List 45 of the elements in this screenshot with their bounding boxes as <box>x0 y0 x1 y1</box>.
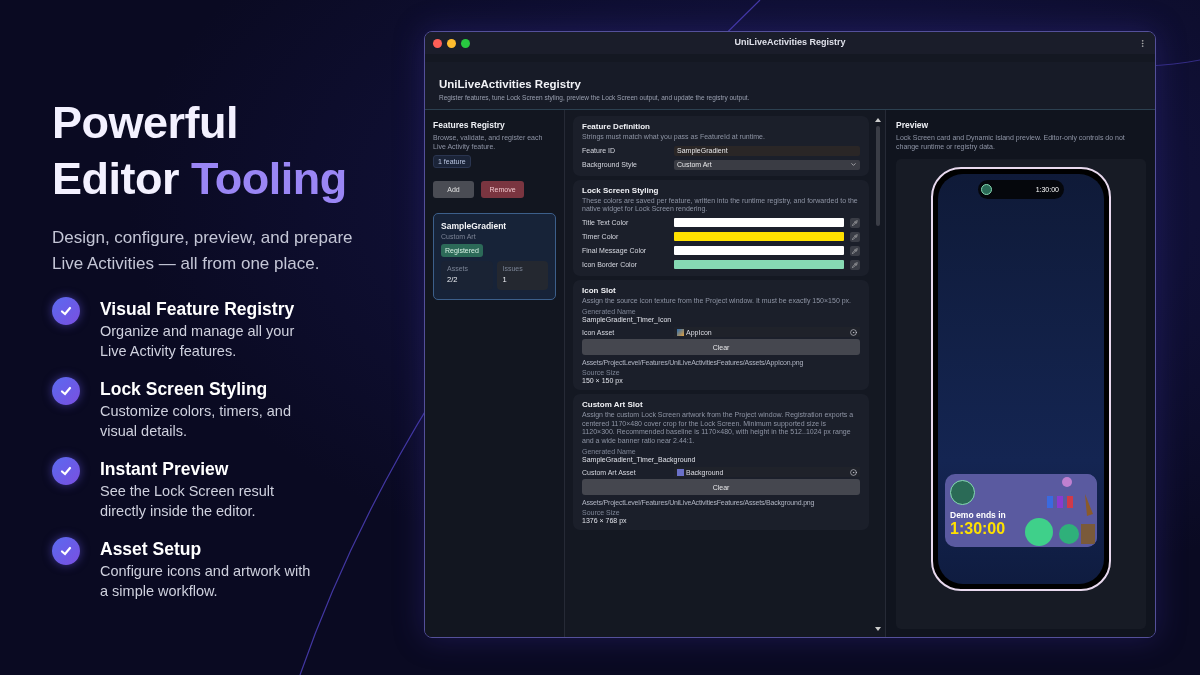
color-swatch[interactable] <box>674 260 844 269</box>
feature-title: Asset Setup <box>100 538 203 561</box>
feature-name: SampleGradient <box>441 221 508 231</box>
section-title: Icon Slot <box>582 285 617 295</box>
eyedropper-icon[interactable] <box>850 231 860 242</box>
check-icon <box>52 377 80 405</box>
target-icon[interactable] <box>850 468 857 476</box>
feature-title: Lock Screen Styling <box>100 378 269 401</box>
check-icon <box>52 537 80 565</box>
eyedropper-icon[interactable] <box>850 245 860 256</box>
check-icon <box>52 457 80 485</box>
color-swatch[interactable] <box>674 246 844 255</box>
section-title: Custom Art Slot <box>582 400 644 409</box>
chevron-down-icon <box>850 161 857 168</box>
eyedropper-icon[interactable] <box>850 259 860 270</box>
asset-thumbnail-icon <box>677 468 684 476</box>
more-icon[interactable] <box>1138 38 1147 48</box>
hero-subtitle: Design, configure, preview, and prepare Live Activities — all from one place. <box>52 227 354 275</box>
feature-description: See the Lock Screen result directly inside the editor. <box>100 482 276 521</box>
target-icon[interactable] <box>850 328 857 336</box>
feature-title: Visual Feature Registry <box>100 298 296 321</box>
header-title: UniLiveActivities Registry <box>439 78 582 90</box>
color-swatch[interactable] <box>674 218 844 227</box>
card-timer: 1:30:00 <box>950 520 1006 538</box>
feature-description: Configure icons and artwork with a simple workflow. <box>100 562 312 601</box>
maximize-button[interactable] <box>461 38 470 48</box>
avatar <box>950 480 975 505</box>
color-swatch[interactable] <box>674 232 844 241</box>
hero-title: Powerful Editor Tooling <box>52 96 348 206</box>
card-message: Demo ends in <box>950 510 1006 520</box>
eyedropper-icon[interactable] <box>850 217 860 228</box>
close-button[interactable] <box>433 38 442 48</box>
feature-description: Organize and manage all your Live Activity features. <box>100 322 296 361</box>
window-title: UniLiveActivities Registry <box>734 37 846 47</box>
avatar <box>981 184 992 195</box>
preview-title: Preview <box>896 120 930 130</box>
section-title: Feature Definition <box>582 122 651 131</box>
feature-title: Instant Preview <box>100 458 230 481</box>
section-title: Lock Screen Styling <box>582 185 660 195</box>
sidebar-title: Features Registry <box>433 120 506 130</box>
scrollbar[interactable] <box>875 118 881 631</box>
minimize-button[interactable] <box>447 38 456 48</box>
check-icon <box>52 297 80 325</box>
feature-description: Customize colors, timers, and visual details. <box>100 402 292 441</box>
asset-thumbnail-icon <box>677 328 684 336</box>
